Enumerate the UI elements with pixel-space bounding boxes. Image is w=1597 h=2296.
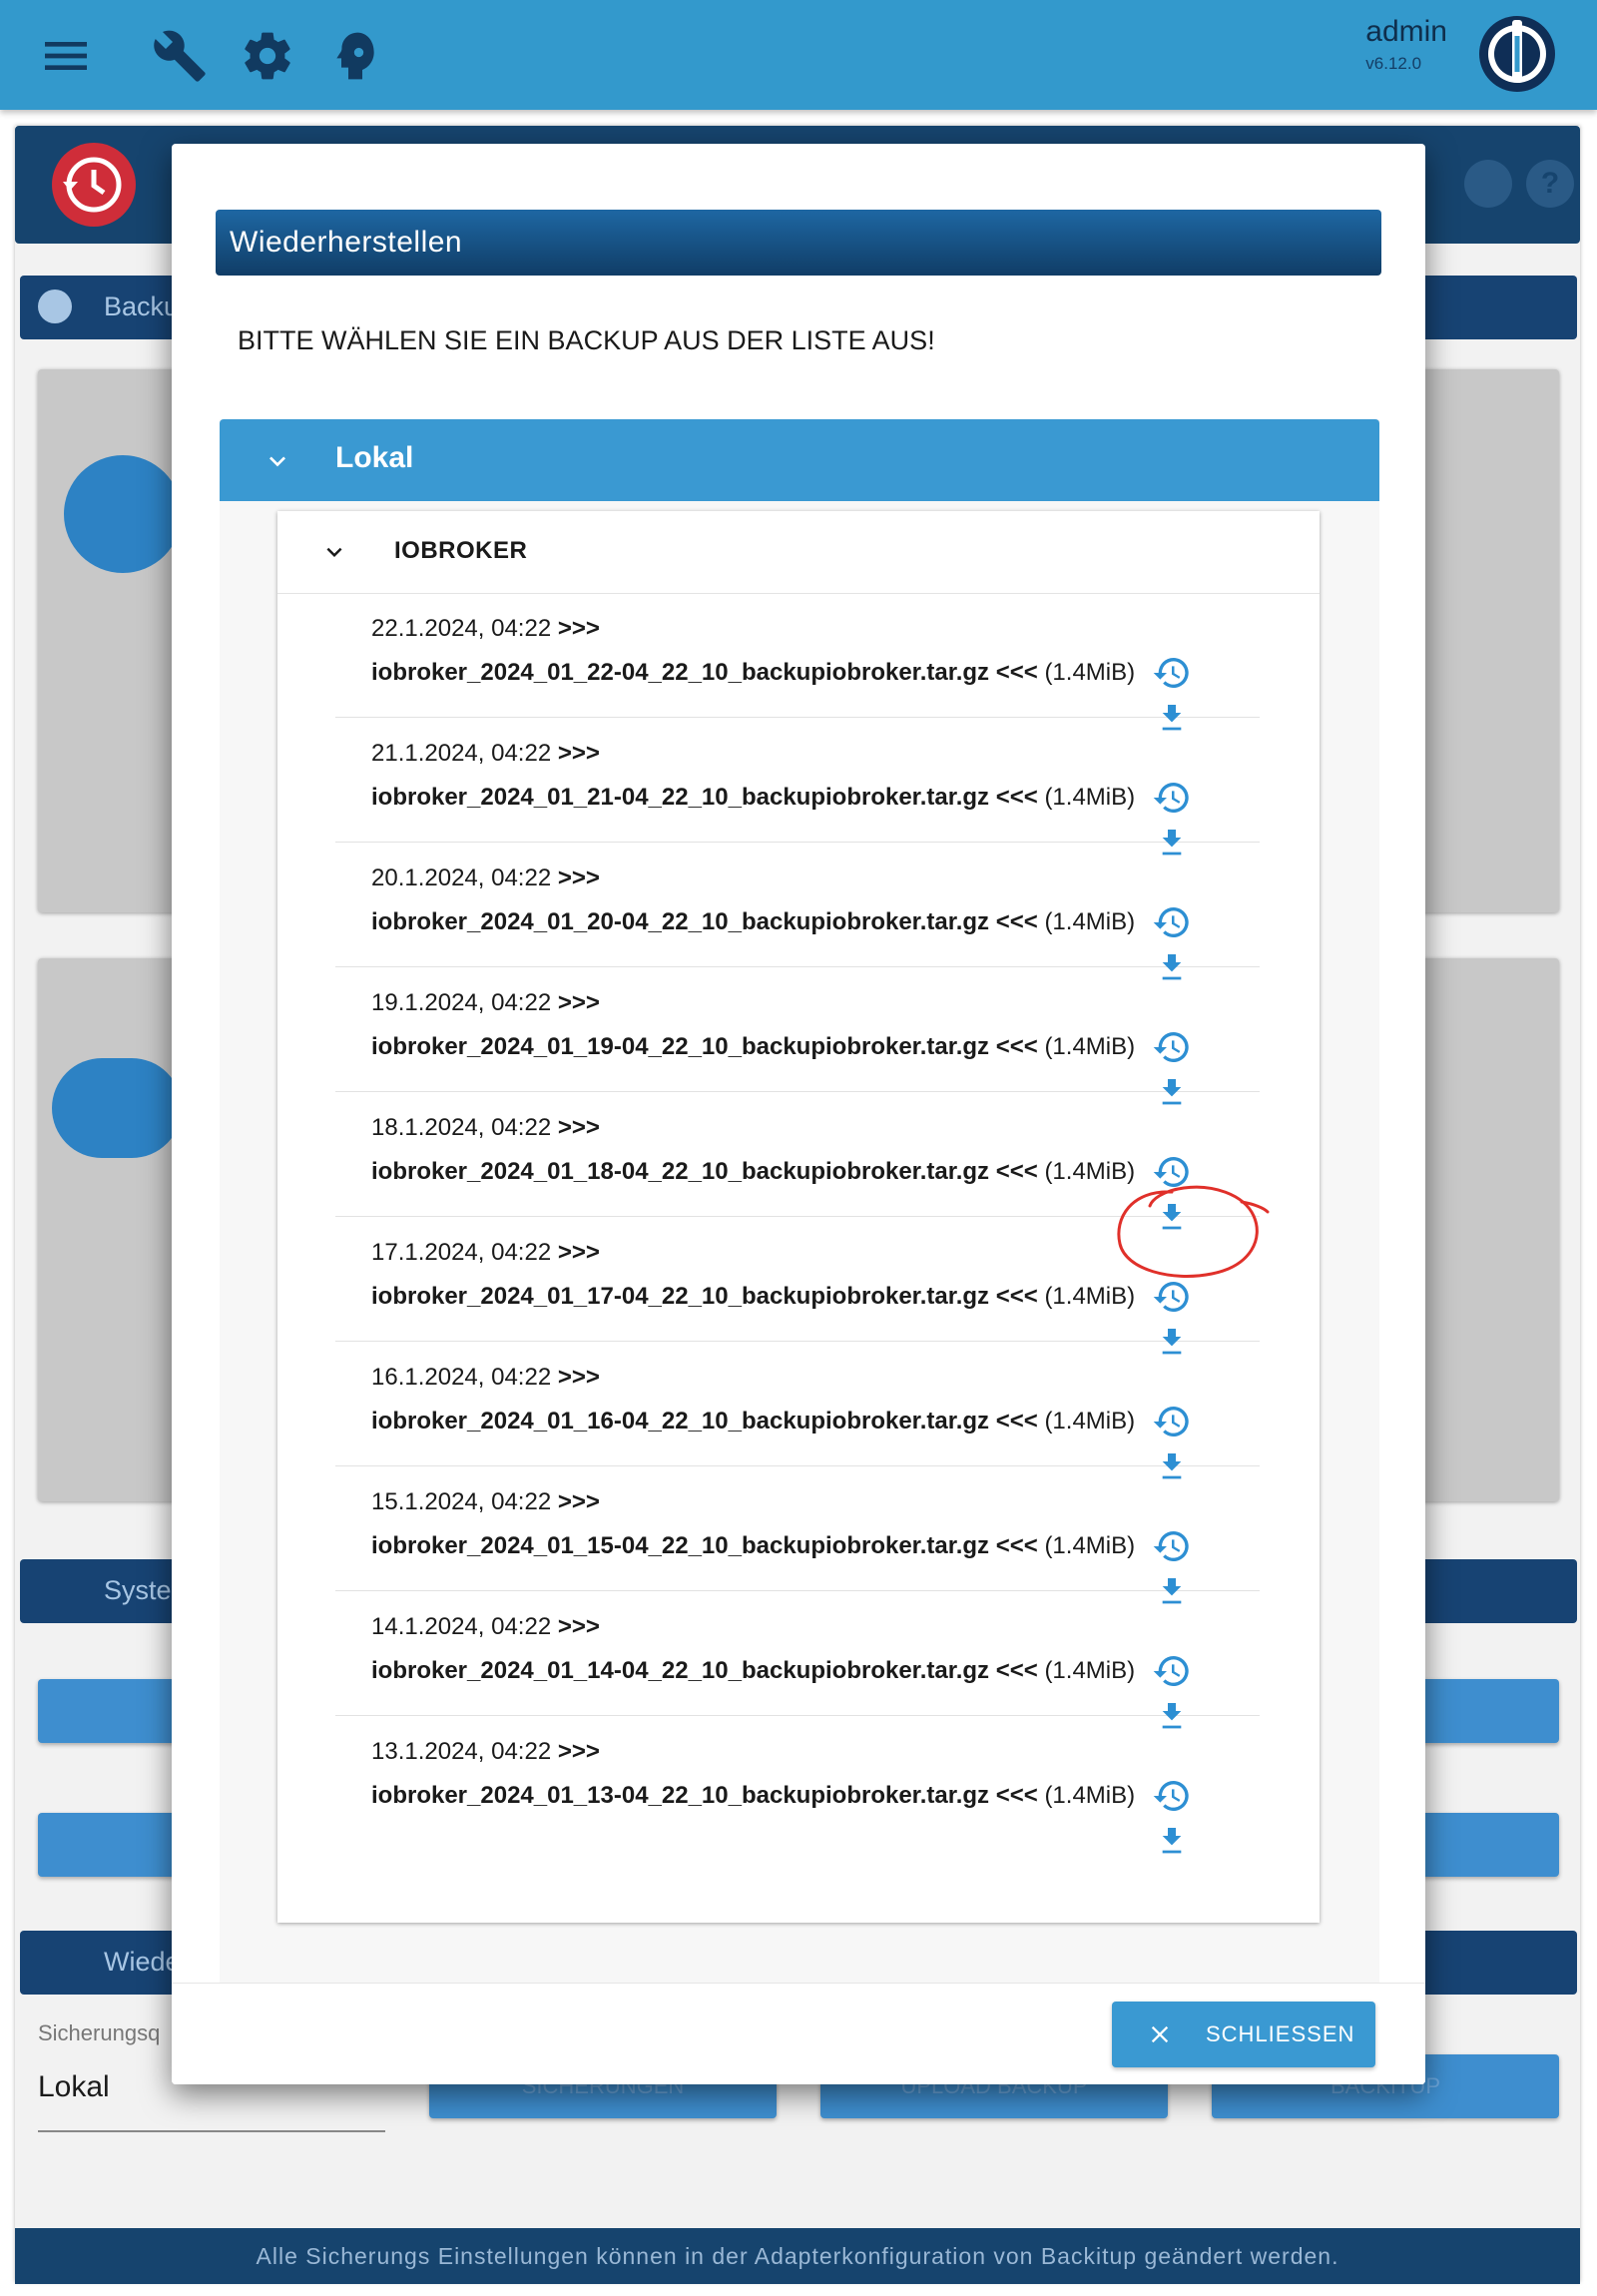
backup-row: 16.1.2024, 04:22 >>> iobroker_2024_01_16-… bbox=[335, 1342, 1260, 1479]
backup-file: iobroker_2024_01_13-04_22_10_backupiobro… bbox=[371, 1782, 1136, 1809]
location-accordion: Lokal IOBROKER 22.1.2024, 04:22 >>> iobro… bbox=[220, 419, 1379, 2084]
group-label: IOBROKER bbox=[394, 537, 528, 564]
close-button[interactable]: SCHLIESSEN bbox=[1112, 2002, 1375, 2067]
location-label: Lokal bbox=[335, 441, 414, 474]
backup-date: 20.1.2024, 04:22 >>> bbox=[371, 864, 600, 891]
info-icon bbox=[38, 289, 72, 323]
wrench-icon[interactable] bbox=[152, 28, 208, 84]
close-icon bbox=[1151, 2025, 1169, 2043]
restore-dialog: Wiederherstellen BITTE WÄHLEN SIE EIN BA… bbox=[172, 144, 1425, 2084]
backup-file: iobroker_2024_01_14-04_22_10_backupiobro… bbox=[371, 1657, 1136, 1684]
dialog-title: Wiederherstellen bbox=[216, 210, 1381, 276]
help-icon[interactable]: ? bbox=[1526, 160, 1574, 208]
restore-section-label: Wiede bbox=[104, 1947, 181, 1977]
backup-date: 22.1.2024, 04:22 >>> bbox=[371, 615, 600, 642]
source-select-underline bbox=[38, 2130, 385, 2132]
restore-icon[interactable] bbox=[1152, 653, 1192, 693]
backup-date: 15.1.2024, 04:22 >>> bbox=[371, 1488, 600, 1515]
footer-note: Alle Sicherungs Einstellungen können in … bbox=[15, 2228, 1580, 2284]
backup-row: 14.1.2024, 04:22 >>> iobroker_2024_01_14-… bbox=[335, 1591, 1260, 1729]
restore-icon[interactable] bbox=[1152, 1651, 1192, 1691]
restore-icon[interactable] bbox=[1152, 902, 1192, 942]
user-info: admin v6.12.0 bbox=[1365, 14, 1447, 78]
backup-history-icon bbox=[52, 143, 136, 227]
restore-icon[interactable] bbox=[1152, 1776, 1192, 1816]
chevron-down-icon bbox=[269, 456, 285, 467]
backup-file: iobroker_2024_01_18-04_22_10_backupiobro… bbox=[371, 1158, 1136, 1185]
top-app-bar: admin v6.12.0 bbox=[0, 0, 1597, 110]
backup-date: 18.1.2024, 04:22 >>> bbox=[371, 1114, 600, 1141]
restore-icon[interactable] bbox=[1152, 778, 1192, 818]
backup-row: 15.1.2024, 04:22 >>> iobroker_2024_01_15-… bbox=[335, 1466, 1260, 1604]
restore-icon[interactable] bbox=[1152, 1402, 1192, 1441]
location-accordion-header[interactable]: Lokal bbox=[220, 419, 1379, 501]
chevron-down-icon bbox=[326, 547, 342, 557]
backup-list: 22.1.2024, 04:22 >>> iobroker_2024_01_22-… bbox=[335, 593, 1260, 1854]
backup-date: 16.1.2024, 04:22 >>> bbox=[371, 1364, 600, 1391]
backup-row: 22.1.2024, 04:22 >>> iobroker_2024_01_22-… bbox=[335, 593, 1260, 731]
head-icon[interactable] bbox=[327, 28, 383, 84]
restore-icon[interactable] bbox=[1152, 1152, 1192, 1192]
backup-date: 21.1.2024, 04:22 >>> bbox=[371, 740, 600, 767]
version-label: v6.12.0 bbox=[1365, 54, 1422, 73]
backup-row: 21.1.2024, 04:22 >>> iobroker_2024_01_21-… bbox=[335, 718, 1260, 856]
dialog-instruction: BITTE WÄHLEN SIE EIN BACKUP AUS DER LIST… bbox=[238, 325, 935, 355]
iobroker-group-header[interactable]: IOBROKER bbox=[277, 511, 1320, 594]
iobroker-group-panel: IOBROKER 22.1.2024, 04:22 >>> iobroker_20… bbox=[277, 511, 1320, 1923]
backup-row: 13.1.2024, 04:22 >>> iobroker_2024_01_13-… bbox=[335, 1716, 1260, 1854]
user-name: admin bbox=[1365, 15, 1447, 48]
tutorial-icon[interactable] bbox=[1464, 160, 1512, 208]
gear-icon[interactable] bbox=[240, 28, 295, 84]
backup-row: 18.1.2024, 04:22 >>> iobroker_2024_01_18-… bbox=[335, 1092, 1260, 1230]
close-button-label: SCHLIESSEN bbox=[1206, 2021, 1355, 2046]
backup-date: 17.1.2024, 04:22 >>> bbox=[371, 1239, 600, 1266]
restore-icon[interactable] bbox=[1152, 1526, 1192, 1566]
menu-icon[interactable] bbox=[38, 28, 94, 84]
dialog-footer: SCHLIESSEN bbox=[172, 1983, 1425, 2084]
backup-row: 20.1.2024, 04:22 >>> iobroker_2024_01_20-… bbox=[335, 843, 1260, 980]
backup-file: iobroker_2024_01_16-04_22_10_backupiobro… bbox=[371, 1408, 1136, 1435]
info-large-icon bbox=[64, 455, 182, 573]
backup-date: 14.1.2024, 04:22 >>> bbox=[371, 1613, 600, 1640]
restore-icon[interactable] bbox=[1152, 1027, 1192, 1067]
backup-file: iobroker_2024_01_15-04_22_10_backupiobro… bbox=[371, 1532, 1136, 1559]
backup-file: iobroker_2024_01_22-04_22_10_backupiobro… bbox=[371, 659, 1136, 686]
source-label: Sicherungsq bbox=[38, 2020, 161, 2045]
download-icon[interactable] bbox=[1156, 1824, 1188, 1860]
cloud-upload-icon bbox=[52, 1058, 182, 1158]
source-select[interactable]: Lokal bbox=[38, 2070, 110, 2104]
backup-file: iobroker_2024_01_20-04_22_10_backupiobro… bbox=[371, 908, 1136, 935]
backup-date: 19.1.2024, 04:22 >>> bbox=[371, 989, 600, 1016]
backup-row: 19.1.2024, 04:22 >>> iobroker_2024_01_19-… bbox=[335, 967, 1260, 1105]
restore-icon[interactable] bbox=[1152, 1277, 1192, 1317]
backup-file: iobroker_2024_01_17-04_22_10_backupiobro… bbox=[371, 1283, 1136, 1310]
system-section-label: Syste bbox=[104, 1575, 172, 1605]
backup-file: iobroker_2024_01_21-04_22_10_backupiobro… bbox=[371, 784, 1136, 811]
iobroker-logo[interactable] bbox=[1477, 14, 1557, 94]
backup-row: 17.1.2024, 04:22 >>> iobroker_2024_01_17-… bbox=[335, 1217, 1260, 1355]
info-section-label: Backu bbox=[104, 291, 180, 321]
backup-file: iobroker_2024_01_19-04_22_10_backupiobro… bbox=[371, 1033, 1136, 1060]
backup-date: 13.1.2024, 04:22 >>> bbox=[371, 1738, 600, 1765]
